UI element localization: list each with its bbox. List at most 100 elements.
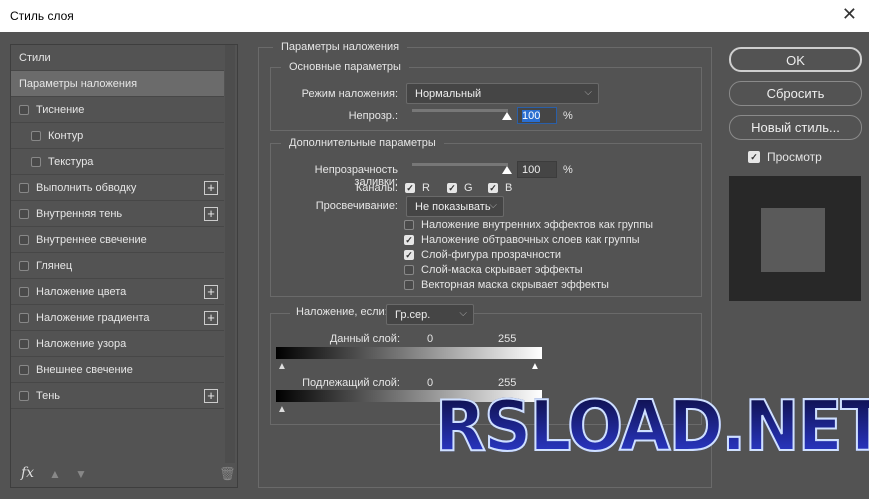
sidebar-item[interactable]: Внутренняя тень + — [11, 201, 224, 227]
blend-mode-label: Режим наложения: — [301, 88, 398, 100]
channel-g-checkbox[interactable]: ✓ G — [447, 182, 473, 194]
checkbox[interactable] — [31, 130, 41, 141]
advanced-option-checkbox[interactable]: Слой-маска скрывает эффекты — [404, 264, 583, 276]
fill-opacity-slider-thumb[interactable] — [502, 166, 512, 174]
watermark-logo: RSLOAD.NET — [434, 385, 869, 468]
sidebar-item[interactable]: Контур — [11, 123, 224, 149]
preview-checkbox[interactable]: ✓ Просмотр — [748, 150, 822, 164]
advanced-option-label: Слой-фигура прозрачности — [421, 249, 561, 261]
this-layer-white-handle[interactable]: ▲ — [530, 361, 540, 372]
advanced-option-checkbox[interactable]: ✓ Наложение обтравочных слоев как группы — [404, 234, 640, 246]
sidebar-item-label: Внутренняя тень — [36, 207, 123, 220]
opacity-slider-thumb[interactable] — [502, 112, 512, 120]
opacity-label: Непрозр.: — [348, 110, 398, 122]
blending-options-title: Параметры наложения — [273, 41, 408, 53]
chevron-down-icon: ⌵ — [459, 308, 467, 319]
chevron-down-icon: ⌵ — [489, 200, 497, 211]
add-effect-icon[interactable]: + — [204, 181, 218, 195]
checkbox[interactable] — [31, 156, 41, 167]
checkbox[interactable] — [19, 286, 29, 297]
add-effect-icon[interactable]: + — [204, 207, 218, 221]
sidebar-item-label: Внешнее свечение — [36, 363, 133, 376]
checkbox[interactable] — [19, 312, 29, 323]
sidebar-item[interactable]: Тень + — [11, 383, 224, 409]
sidebar-item[interactable]: Выполнить обводку + — [11, 175, 224, 201]
blend-mode-select[interactable]: Нормальный ⌵ — [406, 83, 599, 104]
move-up-icon[interactable]: ▲ — [49, 467, 61, 481]
window-title: Стиль слоя — [10, 9, 74, 23]
sidebar-item-label: Параметры наложения — [19, 77, 138, 90]
basic-title: Основные параметры — [281, 61, 409, 73]
checkbox: ✓ — [404, 234, 414, 245]
blend-if-select[interactable]: Гр.сер. ⌵ — [386, 304, 474, 325]
fill-percent: % — [563, 164, 573, 176]
ok-button[interactable]: OK — [729, 47, 862, 72]
add-effect-icon[interactable]: + — [204, 285, 218, 299]
sidebar-item[interactable]: Стили — [11, 45, 224, 71]
sidebar-item[interactable]: Наложение градиента + — [11, 305, 224, 331]
advanced-option-label: Векторная маска скрывает эффекты — [421, 279, 609, 291]
sidebar-item[interactable]: Глянец — [11, 253, 224, 279]
sidebar-item-label: Тень — [36, 389, 61, 402]
channel-b-checkbox[interactable]: ✓ B — [488, 182, 512, 194]
checkbox[interactable] — [19, 390, 29, 401]
sidebar-item-label: Тиснение — [36, 103, 85, 116]
channel-r-label: R — [422, 182, 430, 194]
trash-icon[interactable]: 🗑 — [219, 466, 236, 482]
this-layer-black-handle[interactable]: ▲ — [277, 361, 287, 372]
underlying-black-handle[interactable]: ▲ — [277, 404, 287, 415]
move-down-icon[interactable]: ▼ — [75, 467, 87, 481]
sidebar-item[interactable]: Внутреннее свечение — [11, 227, 224, 253]
sidebar-item-label: Текстура — [48, 155, 94, 168]
underlying-min: 0 — [427, 377, 434, 389]
sidebar-item-label: Выполнить обводку — [36, 181, 137, 194]
sidebar-item[interactable]: Наложение цвета + — [11, 279, 224, 305]
advanced-title: Дополнительные параметры — [281, 137, 444, 149]
blend-mode-value: Нормальный — [415, 88, 482, 100]
styles-sidebar: fx ▲ ▼ 🗑 Стили Параметры наложения Тиснени… — [10, 44, 238, 488]
opacity-slider[interactable] — [412, 109, 508, 112]
checkbox[interactable] — [19, 364, 29, 375]
check-icon: ✓ — [488, 182, 498, 193]
this-layer-max: 255 — [498, 333, 517, 345]
checkbox[interactable] — [19, 234, 29, 245]
checkbox[interactable] — [19, 260, 29, 271]
checkbox — [404, 265, 414, 275]
sidebar-item-label: Глянец — [36, 259, 73, 272]
checkbox[interactable] — [19, 104, 29, 115]
fill-opacity-input[interactable]: 100 — [517, 161, 557, 178]
checkbox[interactable] — [19, 338, 29, 349]
channel-r-checkbox[interactable]: ✓ R — [405, 182, 430, 194]
check-icon: ✓ — [447, 182, 457, 193]
check-icon: ✓ — [748, 151, 760, 163]
this-layer-label: Данный слой: — [329, 333, 400, 345]
close-icon[interactable]: ✕ — [842, 4, 857, 25]
fx-icon[interactable]: fx — [21, 465, 34, 481]
sidebar-item[interactable]: Внешнее свечение — [11, 357, 224, 383]
check-icon: ✓ — [405, 182, 415, 193]
new-style-button[interactable]: Новый стиль... — [729, 115, 862, 140]
sidebar-item[interactable]: Параметры наложения — [11, 71, 224, 97]
advanced-option-checkbox[interactable]: ✓ Слой-фигура прозрачности — [404, 249, 561, 261]
fill-opacity-slider[interactable] — [412, 163, 508, 166]
advanced-option-checkbox[interactable]: Векторная маска скрывает эффекты — [404, 279, 609, 291]
checkbox[interactable] — [19, 208, 29, 219]
preview-swatch — [761, 208, 825, 272]
advanced-option-label: Слой-маска скрывает эффекты — [421, 264, 583, 276]
sidebar-item[interactable]: Наложение узора — [11, 331, 224, 357]
add-effect-icon[interactable]: + — [204, 311, 218, 325]
sidebar-item-label: Стили — [19, 51, 51, 64]
add-effect-icon[interactable]: + — [204, 389, 218, 403]
sidebar-item[interactable]: Тиснение — [11, 97, 224, 123]
sidebar-item-label: Наложение узора — [36, 337, 127, 350]
sidebar-scrollbar[interactable] — [225, 45, 235, 463]
opacity-input[interactable]: 100 — [517, 107, 557, 124]
knockout-select[interactable]: Не показывать ⌵ — [406, 196, 504, 217]
underlying-layer-label: Подлежащий слой: — [302, 377, 400, 389]
channel-b-label: B — [505, 182, 513, 194]
checkbox[interactable] — [19, 182, 29, 193]
advanced-option-checkbox[interactable]: Наложение внутренних эффектов как группы — [404, 219, 653, 231]
sidebar-item[interactable]: Текстура — [11, 149, 224, 175]
reset-button[interactable]: Сбросить — [729, 81, 862, 106]
checkbox: ✓ — [404, 249, 414, 260]
